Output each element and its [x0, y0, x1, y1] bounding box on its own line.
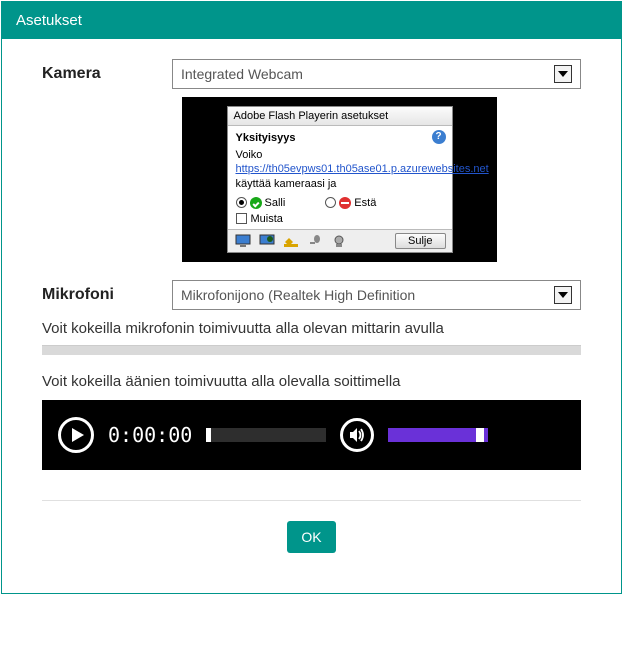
ok-button[interactable]: OK — [287, 521, 335, 553]
play-button[interactable] — [58, 417, 94, 453]
allow-radio[interactable]: Salli — [236, 197, 286, 209]
remember-label: Muista — [251, 213, 283, 225]
progress-indicator — [206, 428, 211, 442]
play-icon — [72, 428, 84, 442]
flash-url-link[interactable]: https://th05evpws01.th05ase01.p.azureweb… — [236, 163, 489, 175]
camera-row: Kamera Integrated Webcam — [42, 59, 581, 89]
settings-modal: Asetukset Kamera Integrated Webcam Adobe… — [1, 1, 622, 594]
sound-test-text: Voit kokeilla äänien toimivuutta alla ol… — [42, 373, 581, 390]
flash-title: Adobe Flash Playerin asetukset — [234, 110, 389, 122]
modal-body: Kamera Integrated Webcam Adobe Flash Pla… — [2, 39, 621, 593]
chevron-down-icon — [554, 286, 572, 304]
flash-content: ? Yksityisyys Voiko https://th05evpws01.… — [228, 126, 452, 230]
flash-msg-after: käyttää kameraasi ja — [236, 178, 337, 190]
flash-msg-before: Voiko — [236, 149, 263, 161]
audio-player: 0:00:00 — [42, 400, 581, 470]
progress-bar[interactable] — [206, 428, 326, 442]
microphone-row: Mikrofoni Mikrofonijono (Realtek High De… — [42, 280, 581, 310]
modal-header: Asetukset — [2, 2, 621, 39]
microphone-select[interactable]: Mikrofonijono (Realtek High Definition — [172, 280, 581, 310]
mic-tab-icon[interactable] — [306, 233, 324, 249]
checkbox-icon — [236, 213, 247, 224]
player-time: 0:00:00 — [108, 423, 192, 447]
flash-settings-dialog: Adobe Flash Playerin asetukset ? Yksityi… — [227, 106, 453, 253]
flash-message: Voiko https://th05evpws01.th05ase01.p.az… — [236, 148, 444, 191]
flash-titlebar: Adobe Flash Playerin asetukset — [228, 107, 452, 126]
allow-label: Salli — [265, 197, 286, 209]
display-tab-icon[interactable] — [234, 233, 252, 249]
flash-tab-icons — [234, 233, 348, 249]
camera-label: Kamera — [42, 65, 172, 83]
flash-close-button[interactable]: Sulje — [395, 233, 445, 249]
volume-knob — [476, 428, 484, 442]
flash-radio-row: Salli Estä — [236, 197, 444, 209]
remember-checkbox[interactable]: Muista — [236, 213, 444, 225]
deny-radio[interactable]: Estä — [325, 197, 376, 209]
camera-select-value: Integrated Webcam — [181, 66, 554, 82]
microphone-label: Mikrofoni — [42, 286, 172, 304]
volume-button[interactable] — [340, 418, 374, 452]
flash-tabs: Sulje — [228, 230, 452, 252]
privacy-tab-icon[interactable] — [258, 233, 276, 249]
modal-title: Asetukset — [16, 12, 82, 29]
flash-privacy-heading: Yksityisyys — [236, 132, 444, 144]
mic-level-meter — [42, 345, 581, 355]
volume-icon — [348, 426, 366, 444]
check-icon — [250, 197, 262, 209]
mic-test-text: Voit kokeilla mikrofonin toimivuutta all… — [42, 320, 581, 337]
help-icon[interactable]: ? — [432, 130, 446, 144]
camera-tab-icon[interactable] — [330, 233, 348, 249]
storage-tab-icon[interactable] — [282, 233, 300, 249]
deny-icon — [339, 197, 351, 209]
camera-select[interactable]: Integrated Webcam — [172, 59, 581, 89]
volume-slider[interactable] — [388, 428, 488, 442]
modal-footer: OK — [42, 501, 581, 583]
deny-label: Estä — [354, 197, 376, 209]
microphone-select-value: Mikrofonijono (Realtek High Definition — [181, 287, 554, 303]
chevron-down-icon — [554, 65, 572, 83]
camera-preview: Adobe Flash Playerin asetukset ? Yksityi… — [182, 97, 497, 262]
